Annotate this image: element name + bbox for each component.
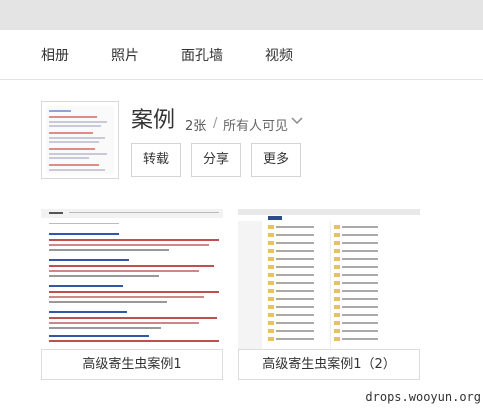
photo-thumbnail-folder-list: [238, 209, 420, 349]
photo-caption: 高级寄生虫案例1: [41, 349, 223, 380]
photo-count: 2张: [185, 119, 207, 134]
top-bar: [0, 0, 483, 30]
separator: /: [213, 116, 218, 131]
album-nav: 相册 照片 面孔墙 视频: [0, 30, 483, 80]
tab-photos[interactable]: 照片: [111, 45, 139, 65]
photo-caption: 高级寄生虫案例1（2）: [238, 349, 420, 380]
album-title: 案例: [131, 108, 176, 133]
album-cover-thumbnail: [46, 106, 114, 174]
watermark: drops.wooyun.org: [365, 390, 481, 404]
tab-videos[interactable]: 视频: [265, 45, 293, 65]
tab-face-wall[interactable]: 面孔墙: [181, 45, 223, 65]
photo-card[interactable]: 高级寄生虫案例1: [41, 209, 223, 380]
album-cover[interactable]: [41, 101, 119, 179]
tab-albums[interactable]: 相册: [41, 45, 69, 65]
share-button[interactable]: 分享: [191, 143, 241, 177]
more-button[interactable]: 更多: [251, 143, 301, 177]
chevron-down-icon[interactable]: [290, 114, 304, 128]
photo-thumbnail-search-results: [41, 209, 223, 349]
repost-button[interactable]: 转载: [131, 143, 181, 177]
photo-card[interactable]: 高级寄生虫案例1（2）: [238, 209, 420, 380]
privacy-selector[interactable]: 所有人可见: [223, 115, 288, 134]
